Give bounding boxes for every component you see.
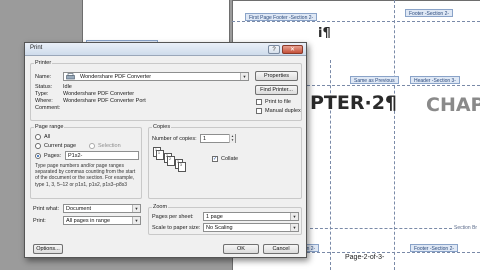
printer-where-label: Where:	[35, 98, 53, 104]
print-value: All pages in range	[66, 218, 111, 224]
header-tag: Header -Section 3-	[410, 76, 460, 84]
current-page-label: Current page	[44, 143, 77, 149]
printer-status-label: Status:	[35, 84, 53, 90]
chevron-down-icon: ▼	[132, 205, 140, 212]
page-number: Page-2-of-3-	[345, 254, 385, 261]
pages-radio[interactable]	[35, 153, 41, 159]
all-label: All	[44, 134, 51, 140]
printer-icon	[66, 73, 75, 80]
pages-input[interactable]: P1s2-	[65, 151, 139, 160]
printer-name-label: Name:	[35, 74, 52, 80]
collate-checkbox[interactable]: ✓	[212, 156, 218, 162]
manual-duplex-checkbox[interactable]	[256, 108, 262, 114]
close-button[interactable]: ✕	[282, 45, 303, 54]
selection-radio[interactable]	[89, 143, 95, 149]
print-label: Print:	[33, 218, 46, 224]
zoom-label: Zoom	[152, 204, 169, 210]
chevron-down-icon: ▼	[240, 73, 248, 80]
print-what-label: Print what:	[33, 206, 59, 212]
chevron-down-icon: ▼	[290, 213, 298, 220]
chevron-down-icon: ▼	[132, 217, 140, 224]
dialog-title: Print	[30, 45, 43, 51]
footer-tag: Footer -Section 2-	[410, 244, 459, 252]
print-to-file-label: Print to file	[265, 99, 291, 105]
page-range-hint: Type page numbers and/or page ranges sep…	[35, 163, 136, 188]
selection-label: Selection	[98, 143, 121, 149]
dialog-titlebar[interactable]: Print ? ✕	[25, 43, 306, 56]
all-radio[interactable]	[35, 134, 41, 140]
page-range-label: Page range	[34, 124, 65, 130]
manual-duplex-label: Manual duplex	[265, 108, 301, 114]
print-to-file-checkbox[interactable]	[256, 99, 262, 105]
footer-tag: First Page Footer -Section 2-	[245, 13, 318, 21]
scale-value: No Scaling	[206, 225, 233, 231]
copies-spinner[interactable]: ▲ ▼	[229, 134, 235, 143]
pages-label: Pages:	[44, 153, 62, 159]
pages-per-sheet-label: Pages per sheet:	[152, 214, 194, 220]
collate-label: Collate	[221, 156, 239, 162]
number-of-copies-label: Number of copies:	[152, 136, 197, 142]
copies-label: Copies	[152, 124, 172, 130]
chevron-down-icon: ▼	[290, 224, 298, 231]
footer-tag: Footer -Section 2-	[405, 9, 454, 17]
properties-button[interactable]: Properties	[255, 71, 298, 81]
print-select[interactable]: All pages in range ▼	[63, 216, 141, 225]
chapter-heading: PTER·2¶	[310, 92, 398, 114]
printer-comment-label: Comment:	[35, 105, 61, 111]
print-dialog: Print ? ✕ Printer Name: Wondershare PDF …	[24, 42, 307, 258]
printer-where-value: Wondershare PDF Converter Port	[63, 98, 146, 104]
pages-per-sheet-select[interactable]: 1 page ▼	[203, 212, 299, 221]
header-tag-same-as-previous: Same as Previous	[350, 76, 399, 84]
printer-type-value: Wondershare PDF Converter	[63, 91, 135, 97]
printer-group-label: Printer	[34, 60, 53, 66]
printer-status-value: Idle	[63, 84, 72, 90]
printer-name-select[interactable]: Wondershare PDF Converter ▼	[63, 72, 249, 81]
scale-label: Scale to paper size:	[152, 225, 201, 231]
pages-per-sheet-value: 1 page	[206, 214, 223, 220]
options-button[interactable]: Options...	[33, 244, 63, 254]
print-what-select[interactable]: Document ▼	[63, 204, 141, 213]
scale-select[interactable]: No Scaling ▼	[203, 223, 299, 232]
ok-button[interactable]: OK	[223, 244, 259, 254]
printer-name-value: Wondershare PDF Converter	[80, 74, 152, 80]
print-what-value: Document	[66, 206, 92, 212]
cancel-button[interactable]: Cancel	[263, 244, 299, 254]
help-button[interactable]: ?	[268, 45, 280, 54]
section-break: Section Br	[454, 225, 478, 231]
printer-type-label: Type:	[35, 91, 49, 97]
find-printer-button[interactable]: Find Printer...	[255, 85, 298, 95]
pilcrow-text: i¶	[318, 26, 331, 41]
chapter-heading-next: CHAP	[426, 94, 480, 116]
current-page-radio[interactable]	[35, 143, 41, 149]
